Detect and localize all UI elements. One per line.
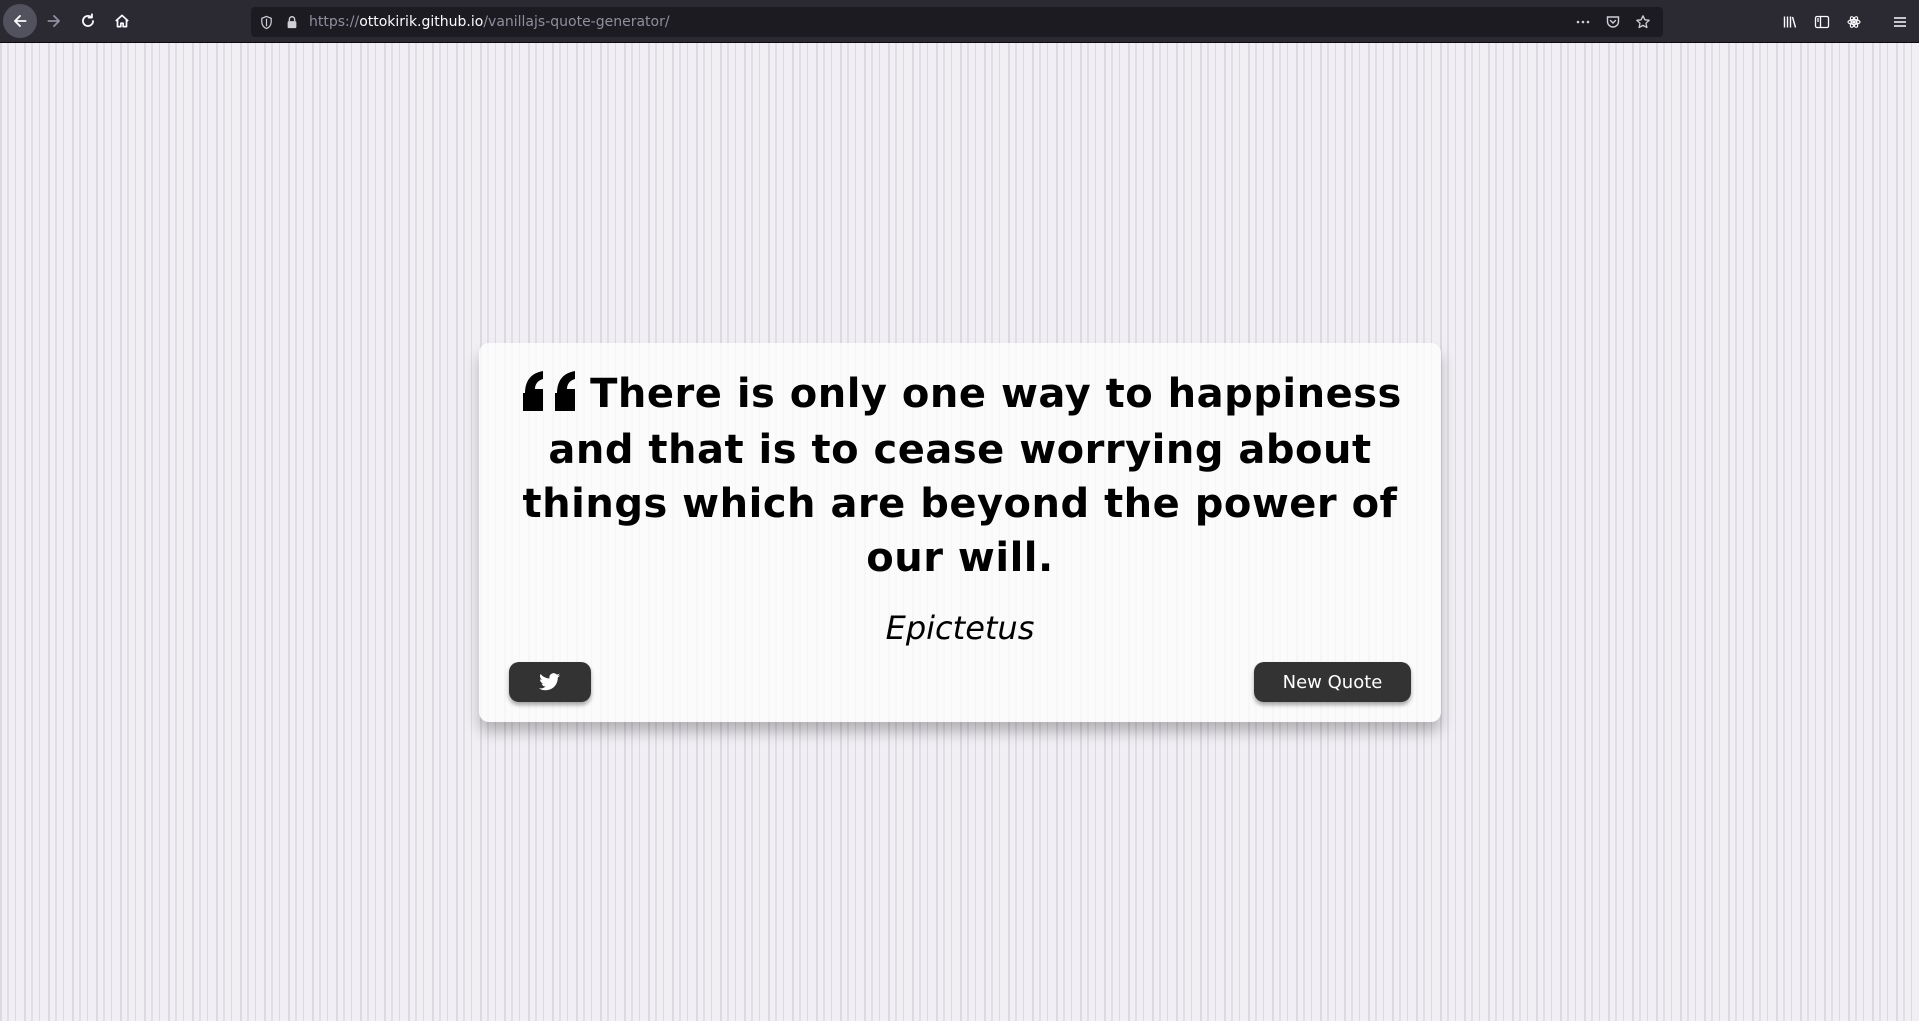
quote-left-icon — [523, 371, 576, 411]
url-path: /vanillajs-quote-generator/ — [483, 14, 670, 30]
arrow-right-icon — [47, 15, 60, 27]
library-icon[interactable] — [1781, 13, 1799, 31]
back-button[interactable] — [3, 4, 37, 38]
quote-card: There is only one way to happiness and t… — [479, 343, 1441, 722]
sidebar-icon[interactable] — [1813, 13, 1831, 31]
url-text[interactable]: https://ottokirik.github.io/vanillajs-qu… — [309, 14, 670, 30]
lock-icon[interactable] — [283, 13, 301, 31]
twitter-icon — [539, 673, 561, 691]
home-icon — [115, 14, 129, 28]
pocket-icon[interactable] — [1603, 13, 1623, 31]
new-quote-button[interactable]: New Quote — [1254, 662, 1411, 702]
quote-author: Epictetus — [885, 609, 1035, 647]
extension-icon[interactable] — [1845, 13, 1863, 31]
more-actions-icon[interactable] — [1573, 13, 1593, 31]
url-scheme: https:// — [309, 14, 360, 30]
page-background: There is only one way to happiness and t… — [0, 43, 1919, 1021]
url-host: ottokirik.github.io — [359, 14, 484, 30]
browser-toolbar: https://ottokirik.github.io/vanillajs-qu… — [0, 0, 1919, 43]
shield-icon[interactable] — [257, 13, 275, 31]
reload-icon — [82, 13, 94, 27]
quote-text: There is only one way to happiness and t… — [522, 371, 1402, 581]
reload-button[interactable] — [71, 4, 105, 38]
address-bar[interactable]: https://ottokirik.github.io/vanillajs-qu… — [251, 7, 1663, 37]
bookmark-star-icon[interactable] — [1633, 13, 1653, 31]
quote-container: There is only one way to happiness and t… — [509, 367, 1411, 585]
tweet-button[interactable] — [509, 662, 591, 702]
hamburger-menu-icon[interactable] — [1891, 13, 1909, 31]
home-button[interactable] — [105, 4, 139, 38]
forward-button[interactable] — [37, 4, 71, 38]
arrow-left-icon — [14, 15, 27, 27]
